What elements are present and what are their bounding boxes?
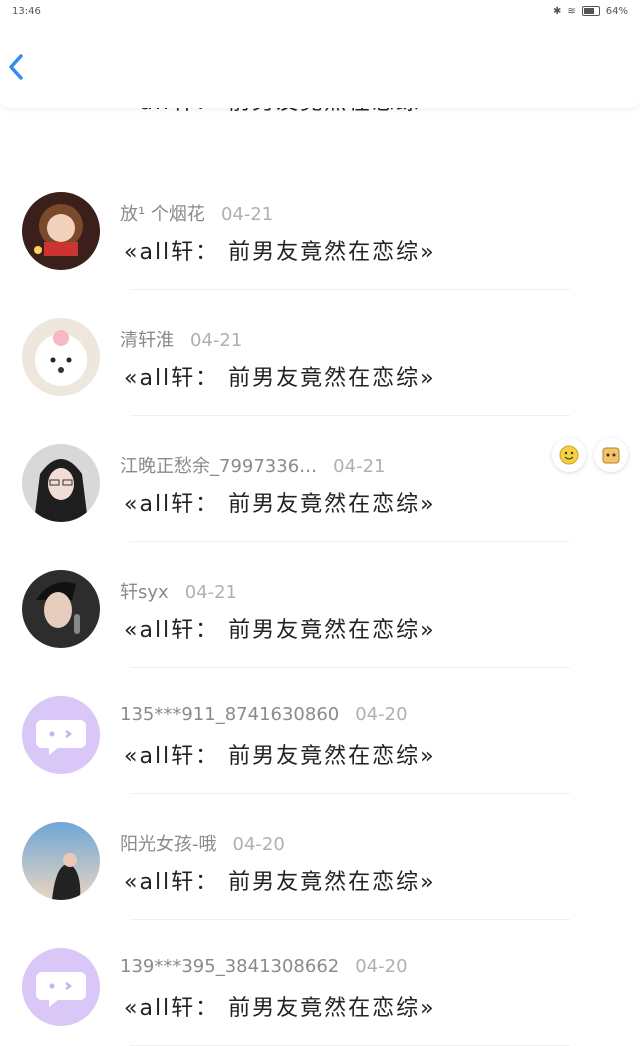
avatar[interactable] [22, 948, 100, 1026]
comment-row[interactable]: 139***395_3841308662 04-20 «all轩： 前男友竟然在恋综… [0, 920, 640, 1046]
comment-row[interactable]: 135***911_8741630860 04-20 «all轩： 前男友竟然在恋综… [0, 668, 640, 794]
comment-text: «all轩： 前男友竟然在恋综» [124, 996, 436, 1021]
comment-row[interactable]: 江晚正愁余_7997336… 04-21 «all轩： 前男友竟然在恋综» [0, 416, 640, 542]
username[interactable]: 139***395_3841308662 [120, 956, 339, 977]
comment-text: «all轩： 前男友竟然在恋综» [124, 870, 436, 895]
comment-row[interactable]: 阳光女孩-哦 04-20 «all轩： 前男友竟然在恋综» [0, 794, 640, 920]
bluetooth-icon: ✱ [552, 5, 562, 17]
white-dog-avatar-image [22, 318, 100, 396]
comment-meta: 135***911_8741630860 04-20 [120, 704, 408, 725]
comment-text: «all轩： 前男友竟然在恋综» [124, 744, 436, 769]
back-button[interactable] [6, 52, 26, 82]
comment-meta: 清轩淮 04-21 [120, 326, 242, 352]
avatar[interactable] [22, 192, 100, 270]
comment-date: 04-21 [333, 456, 386, 477]
floating-actions [552, 438, 632, 478]
avatar[interactable] [22, 696, 100, 774]
username[interactable]: 轩syx [120, 582, 169, 603]
default-chat-bubble-avatar-image [22, 948, 100, 1026]
chevron-left-icon [9, 54, 23, 80]
username[interactable]: 135***911_8741630860 [120, 704, 339, 725]
battery-percent: 64% [605, 5, 628, 17]
comment-row[interactable]: 清轩淮 04-21 «all轩： 前男友竟然在恋综» [0, 290, 640, 416]
comment-date: 04-21 [190, 330, 243, 351]
status-bar: 13:46 ✱ ≋ 64% [0, 0, 640, 22]
illustrated-girl-avatar-image [22, 192, 100, 270]
default-chat-bubble-avatar-image [22, 696, 100, 774]
top-nav-bar [0, 22, 640, 108]
comment-text: «all轩： 前男友竟然在恋综» [124, 240, 436, 265]
gift-icon [602, 447, 620, 464]
status-time: 13:46 [12, 5, 41, 17]
username[interactable]: 阳光女孩-哦 [120, 834, 217, 855]
gift-button[interactable] [594, 438, 628, 472]
emoji-button[interactable] [552, 438, 586, 472]
comment-meta: 阳光女孩-哦 04-20 [120, 830, 285, 856]
comment-meta: 江晚正愁余_7997336… 04-21 [120, 452, 385, 478]
avatar[interactable] [22, 822, 100, 900]
username[interactable]: 江晚正愁余_7997336… [120, 456, 317, 477]
username[interactable]: 放¹ 个烟花 [120, 204, 205, 225]
comment-meta: 139***395_3841308662 04-20 [120, 956, 408, 977]
comment-date: 04-20 [232, 834, 285, 855]
singer-photo-avatar-image [22, 570, 100, 648]
comment-meta: 放¹ 个烟花 04-21 [120, 200, 273, 226]
battery-icon [581, 6, 600, 16]
comment-date: 04-21 [220, 204, 274, 225]
avatar[interactable] [22, 318, 100, 396]
username[interactable]: 清轩淮 [120, 330, 174, 351]
comment-date: 04-20 [355, 956, 408, 977]
avatar[interactable] [22, 570, 100, 648]
comment-meta: 轩syx 04-21 [120, 578, 237, 604]
comment-text: «all轩： 前男友竟然在恋综» [124, 492, 436, 517]
avatar[interactable] [22, 444, 100, 522]
comment-row[interactable]: 放¹ 个烟花 04-21 «all轩： 前男友竟然在恋综» [0, 164, 640, 290]
sky-photo-avatar-image [22, 822, 100, 900]
girl-photo-avatar-image [22, 444, 100, 522]
comment-text: «all轩： 前男友竟然在恋综» [124, 366, 436, 391]
wifi-icon: ≋ [567, 5, 576, 17]
comment-row[interactable]: 轩syx 04-21 «all轩： 前男友竟然在恋综» [0, 542, 640, 668]
comment-date: 04-21 [184, 582, 237, 603]
emoji-icon [559, 445, 579, 465]
comment-date: 04-20 [355, 704, 408, 725]
comment-text: «all轩： 前男友竟然在恋综» [124, 618, 436, 643]
